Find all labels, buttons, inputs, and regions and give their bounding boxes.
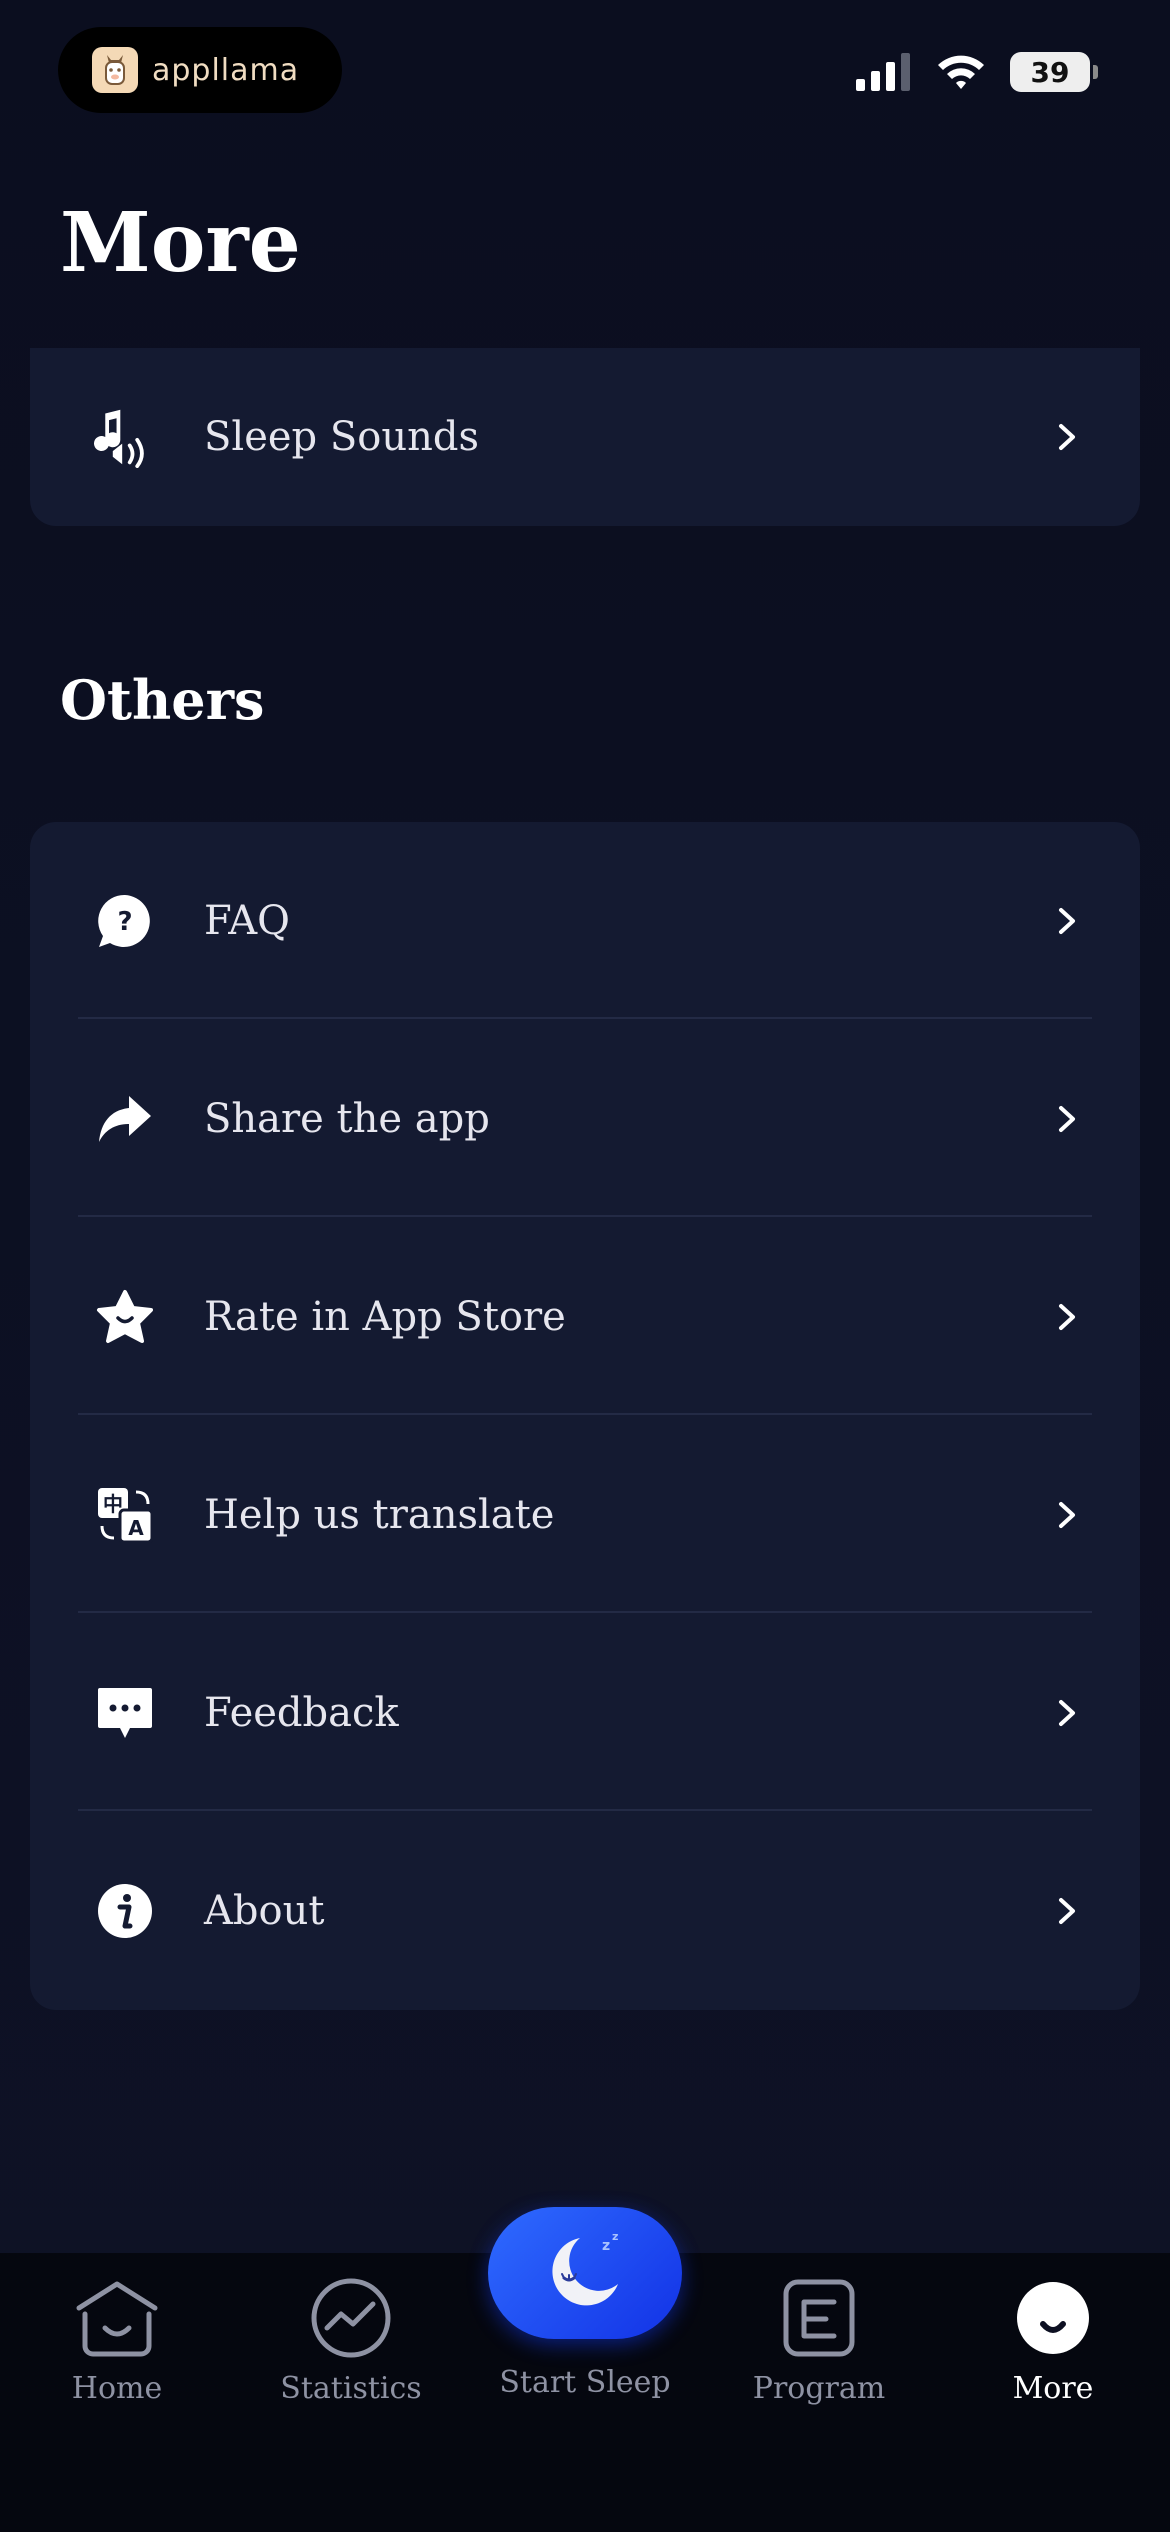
chevron-right-icon [1052, 906, 1082, 936]
chevron-right-icon [1052, 1104, 1082, 1134]
chevron-right-icon [1052, 1500, 1082, 1530]
sleep-sounds-row[interactable]: Sleep Sounds [30, 338, 1140, 536]
chat-dots-icon [94, 1682, 156, 1744]
tab-statistics-label: Statistics [280, 2371, 422, 2406]
more-face-icon [1008, 2273, 1098, 2363]
share-app-row[interactable]: Share the app [30, 1020, 1140, 1218]
tab-start-sleep-label: Start Sleep [499, 2365, 671, 2400]
chevron-right-icon [1052, 1896, 1082, 1926]
translate-icon: 中 A [94, 1484, 156, 1546]
llama-logo-icon [92, 47, 138, 93]
chevron-right-icon [1052, 422, 1082, 452]
tab-program-label: Program [752, 2371, 886, 2406]
brand-name: appllama [152, 52, 300, 88]
feedback-row[interactable]: Feedback [30, 1614, 1140, 1812]
program-icon [774, 2273, 864, 2363]
tab-more-label: More [1012, 2371, 1094, 2406]
divider [78, 1809, 1092, 1811]
others-card: ? FAQ Share the app Rate in App Store 中 … [30, 822, 1140, 2010]
brand-pill: appllama [58, 27, 342, 113]
help-translate-row[interactable]: 中 A Help us translate [30, 1416, 1140, 1614]
tab-home[interactable]: Home [0, 2253, 234, 2532]
wifi-icon [938, 55, 984, 89]
page-title: More [60, 195, 301, 291]
battery-indicator: 39 [1010, 52, 1098, 92]
tab-more[interactable]: More [936, 2253, 1170, 2532]
about-row[interactable]: About [30, 1812, 1140, 2010]
faq-row[interactable]: ? FAQ [30, 822, 1140, 1020]
question-bubble-icon: ? [94, 890, 156, 952]
rate-app-store-row[interactable]: Rate in App Store [30, 1218, 1140, 1416]
about-label: About [204, 1888, 325, 1934]
status-indicators: 39 [856, 52, 1098, 92]
others-section-title: Others [60, 668, 265, 732]
svg-text:z: z [602, 2238, 610, 2254]
divider [78, 1017, 1092, 1019]
battery-level: 39 [1030, 55, 1070, 89]
chart-icon [306, 2273, 396, 2363]
tab-statistics[interactable]: Statistics [234, 2253, 468, 2532]
top-card: Sleep Sounds [30, 348, 1140, 526]
cellular-signal-icon [856, 53, 910, 91]
share-app-label: Share the app [204, 1096, 490, 1142]
tab-program[interactable]: Program [702, 2253, 936, 2532]
start-sleep-button[interactable]: z z [488, 2207, 682, 2339]
svg-text:A: A [128, 1516, 144, 1540]
faq-label: FAQ [204, 898, 290, 944]
star-icon [94, 1286, 156, 1348]
help-translate-label: Help us translate [204, 1492, 555, 1538]
share-arrow-icon [94, 1088, 156, 1150]
sleep-sounds-label: Sleep Sounds [204, 414, 479, 460]
moon-icon: z z [540, 2226, 630, 2320]
status-bar: appllama 39 [0, 0, 1170, 140]
chevron-right-icon [1052, 1302, 1082, 1332]
chevron-right-icon [1052, 1698, 1082, 1728]
feedback-label: Feedback [204, 1690, 399, 1736]
svg-text:?: ? [117, 907, 132, 937]
info-icon [94, 1880, 156, 1942]
music-speaker-icon [94, 406, 156, 468]
home-smile-icon [72, 2273, 162, 2363]
tab-home-label: Home [71, 2371, 163, 2406]
divider [78, 1413, 1092, 1415]
rate-app-store-label: Rate in App Store [204, 1294, 566, 1340]
divider [78, 1611, 1092, 1613]
more-screen: appllama 39 More Sleep Sounds Others ? F… [0, 0, 1170, 2532]
svg-text:z: z [612, 2230, 618, 2243]
divider [78, 1215, 1092, 1217]
